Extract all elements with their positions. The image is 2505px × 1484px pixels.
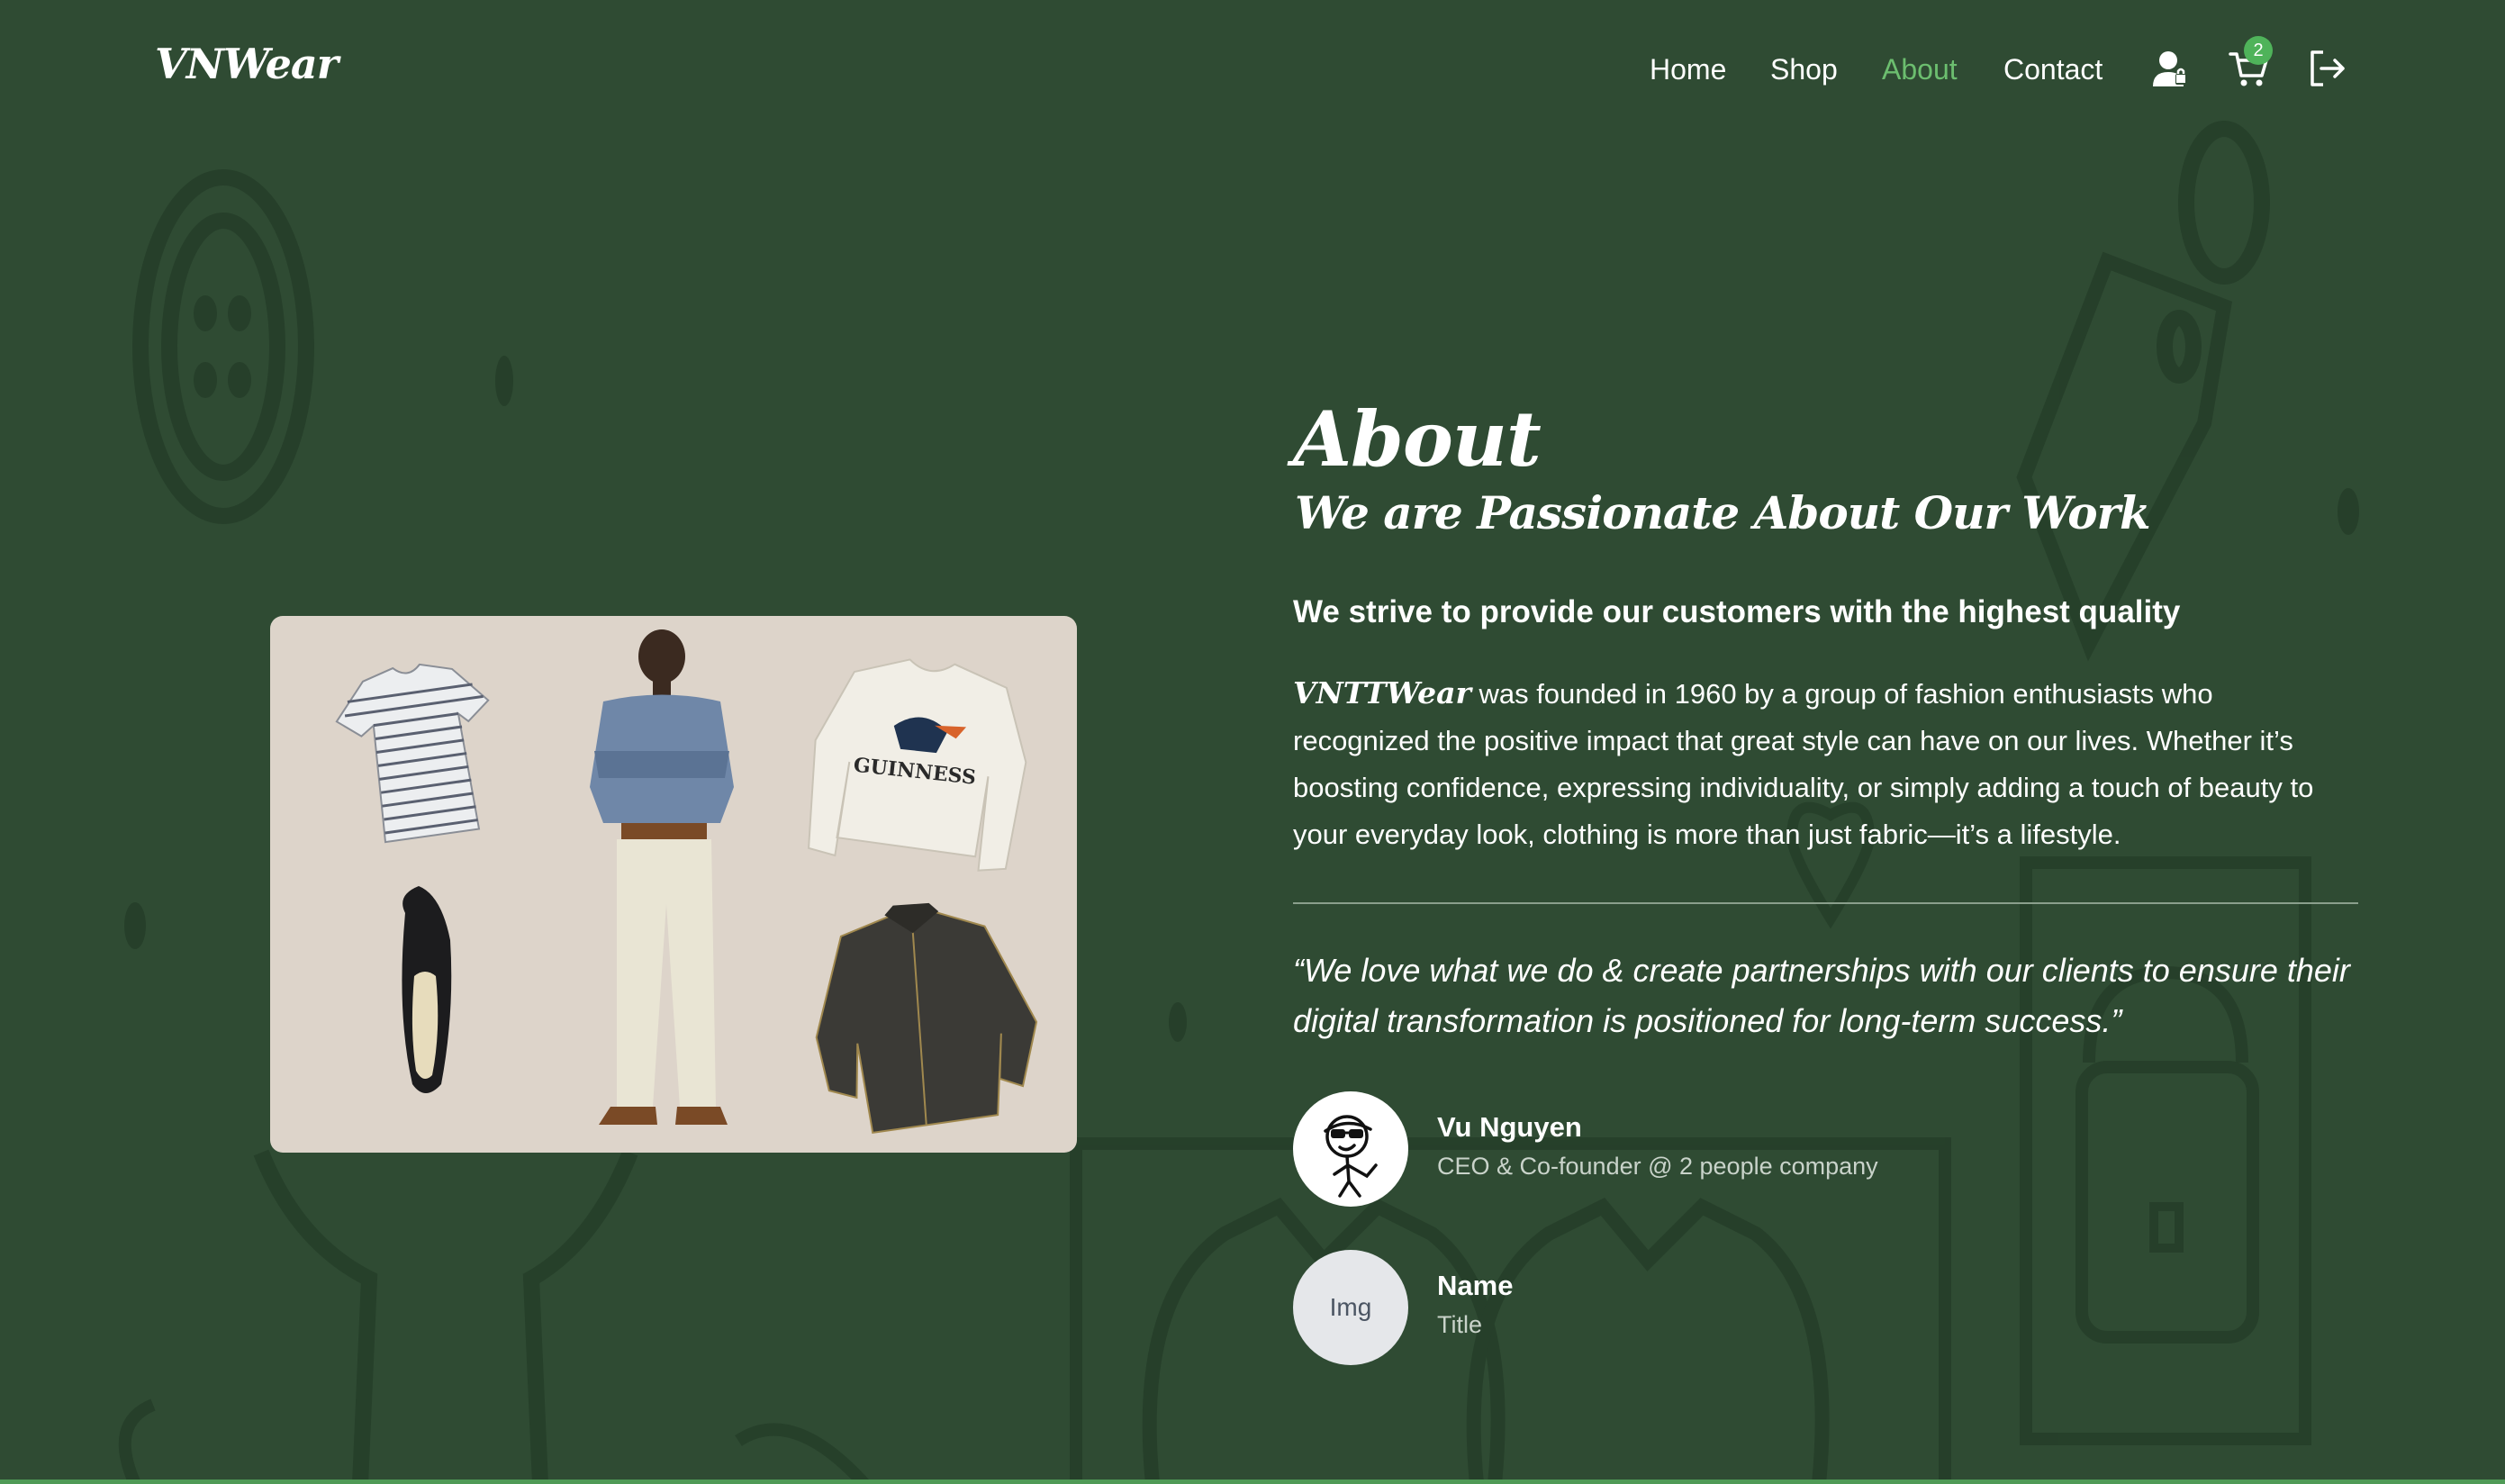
- member-title: Title: [1437, 1311, 1483, 1338]
- company-description: VNTTWear was founded in 1960 by a group …: [1293, 670, 2356, 858]
- page-title: About: [1293, 394, 1542, 484]
- logout-icon[interactable]: [2305, 47, 2348, 90]
- page-subtitle: We are Passionate About Our Work: [1295, 486, 2151, 539]
- team-member-card: Vu Nguyen CEO & Co-founder @ 2 people co…: [1293, 1091, 2103, 1207]
- member-name: Vu Nguyen: [1437, 1111, 1582, 1143]
- section-divider: [1293, 902, 2358, 904]
- brand-name-inline: VNTTWear: [1293, 675, 1471, 710]
- nav-contact[interactable]: Contact: [2003, 47, 2103, 92]
- member-name: Name: [1437, 1270, 1514, 1301]
- lead-statement: We strive to provide our customers with …: [1293, 594, 2181, 629]
- nav-home[interactable]: Home: [1650, 47, 1726, 92]
- team-member-card-placeholder: Img Name Title: [1293, 1250, 2103, 1365]
- black-loafer-image: [402, 886, 452, 1093]
- nav-shop[interactable]: Shop: [1770, 47, 1838, 92]
- striped-tshirt-image: [335, 663, 490, 844]
- stick-figure-avatar-icon: [1324, 1115, 1378, 1198]
- about-page: VNWear Home Shop About Contact 2 GUINNES…: [0, 0, 2505, 1484]
- dark-jacket-image: [815, 902, 1038, 1134]
- fashion-collage-image: GUINNESS: [270, 616, 1077, 1153]
- nav-about[interactable]: About: [1882, 47, 1958, 92]
- testimonial-quote: “We love what we do & create partnership…: [1293, 952, 2350, 1039]
- brand-logo[interactable]: VNWear: [155, 40, 339, 88]
- cart-count-badge: 2: [2244, 36, 2273, 65]
- member-title: CEO & Co-founder @ 2 people company: [1437, 1153, 1878, 1180]
- white-sweater-image: GUINNESS: [808, 658, 1027, 872]
- avatar: [1293, 1091, 1408, 1207]
- bottom-accent-line: [0, 1479, 2505, 1484]
- avatar-placeholder: Img: [1293, 1250, 1408, 1365]
- user-icon[interactable]: [2148, 47, 2192, 90]
- model-image: [590, 629, 734, 1125]
